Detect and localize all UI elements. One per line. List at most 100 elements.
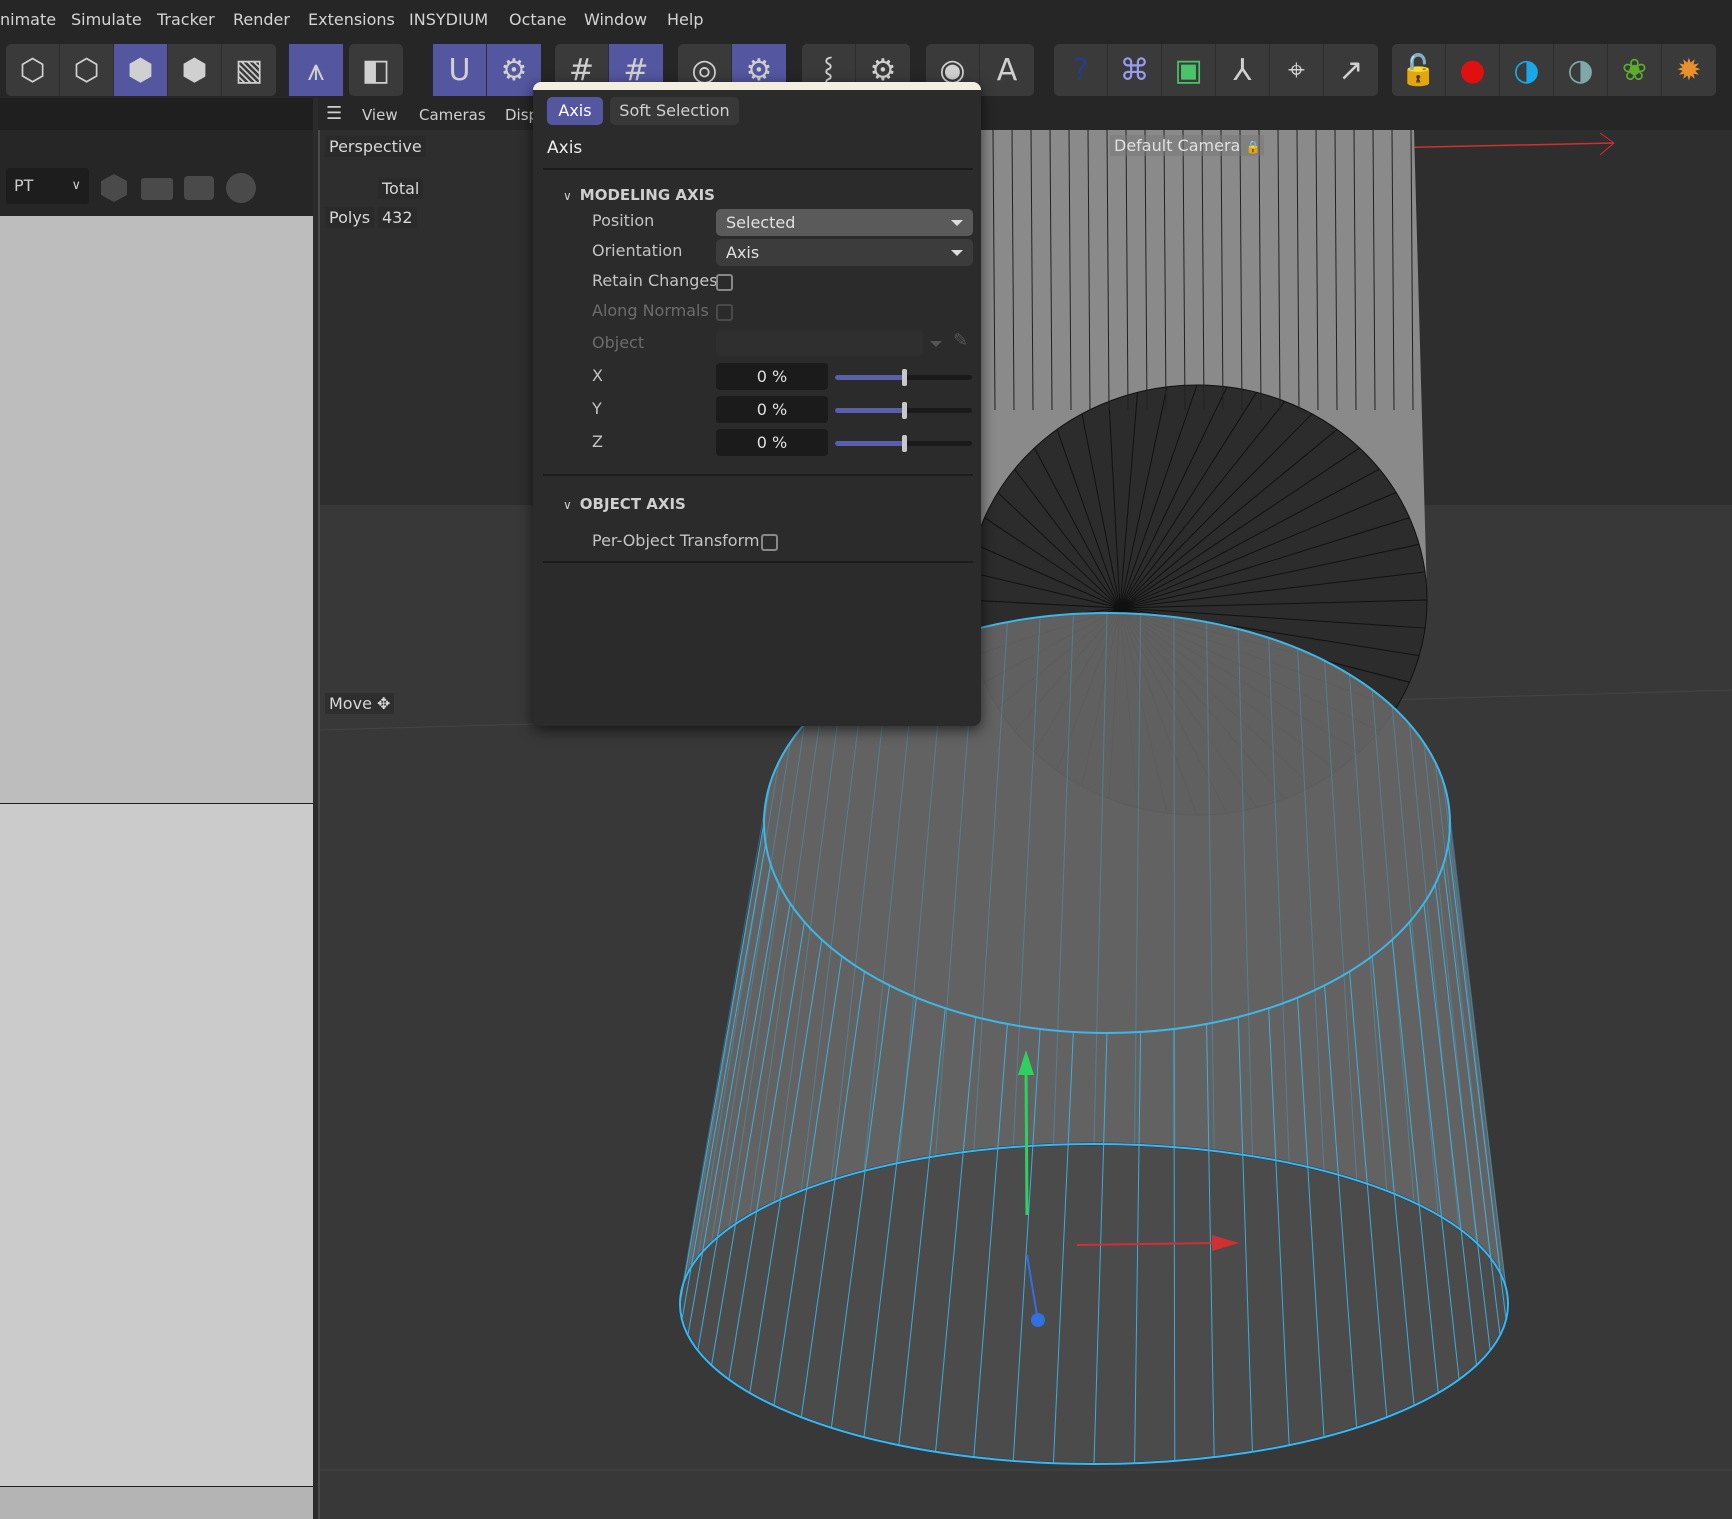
- circle-icon[interactable]: [226, 173, 256, 203]
- edges-mode-icon[interactable]: ⬢: [114, 44, 168, 96]
- divider: [543, 474, 973, 476]
- orientation-label: Orientation: [592, 241, 683, 260]
- z-label: Z: [592, 432, 603, 451]
- menu-animate[interactable]: nimate: [0, 10, 56, 29]
- modeling-axis-header[interactable]: ∨ MODELING AXIS: [563, 186, 715, 204]
- move-icon: ✥: [377, 694, 391, 713]
- menu-window[interactable]: Window: [584, 10, 647, 29]
- particles-icon[interactable]: ❀: [1608, 44, 1662, 96]
- eyedropper-icon[interactable]: ✎: [953, 330, 968, 351]
- camera-lock-icon[interactable]: 🔓: [1392, 44, 1446, 96]
- axis-mode-icon[interactable]: ⩚: [289, 44, 343, 96]
- toolbar-group: U ⚙: [433, 44, 541, 96]
- position-value: Selected: [726, 213, 796, 232]
- menu-extensions[interactable]: Extensions: [308, 10, 395, 29]
- stats-label: Polys: [325, 207, 375, 228]
- slider-handle: [901, 369, 907, 386]
- view-label: Perspective: [325, 136, 426, 157]
- toolbar-group: ◧: [349, 44, 403, 96]
- tab-soft-selection[interactable]: Soft Selection: [610, 97, 739, 125]
- orientation-value: Axis: [726, 243, 760, 262]
- menu-bar: nimate Simulate Tracker Render Extension…: [0, 0, 1732, 40]
- toolbar-group: ⬡ ⬡ ⬢ ⬢ ▧: [6, 44, 276, 96]
- dropdown-arrow-icon: [951, 220, 963, 226]
- branch-icon[interactable]: ⅄: [1216, 44, 1270, 96]
- rectangle-icon[interactable]: [141, 178, 173, 200]
- menu-help[interactable]: Help: [667, 10, 703, 29]
- pt-dropdown[interactable]: PT ∨: [6, 168, 89, 204]
- y-field[interactable]: 0 %: [716, 396, 828, 423]
- orientation-dropdown[interactable]: Axis: [716, 239, 973, 266]
- position-dropdown[interactable]: Selected: [716, 209, 973, 236]
- chevron-down-icon: ∨: [563, 189, 572, 203]
- polygons-mode-icon[interactable]: ⬢: [168, 44, 222, 96]
- help-icon[interactable]: ?: [1054, 44, 1108, 96]
- chevron-down-icon: ∨: [71, 178, 81, 193]
- position-label: Position: [592, 211, 655, 230]
- stats-header: Total: [378, 178, 424, 199]
- x-slider[interactable]: [835, 367, 972, 387]
- viewport-menu-cameras[interactable]: Cameras: [419, 106, 486, 124]
- selected-cylinder-bottom: [678, 1142, 1510, 1466]
- along-normals-checkbox[interactable]: [716, 304, 733, 321]
- snap-magnet-icon[interactable]: U: [433, 44, 487, 96]
- focus-icon[interactable]: ⌖: [1270, 44, 1324, 96]
- dropdown-arrow-icon: [951, 250, 963, 256]
- z-field[interactable]: 0 %: [716, 429, 828, 456]
- object-dropdown-arrow-icon[interactable]: [930, 341, 942, 347]
- divider: [543, 561, 973, 563]
- menu-simulate[interactable]: Simulate: [71, 10, 142, 29]
- menu-octane[interactable]: Octane: [509, 10, 566, 29]
- menu-tracker[interactable]: Tracker: [157, 10, 215, 29]
- x-field[interactable]: 0 %: [716, 363, 828, 390]
- per-object-transform-label: Per-Object Transform: [592, 531, 760, 550]
- uvw-mode-icon[interactable]: ▧: [222, 44, 276, 96]
- toolbar-group: 🔓 ● ◑ ◑ ❀ ✹: [1392, 44, 1716, 96]
- object-label: Object: [592, 333, 645, 352]
- hamburger-menu-icon[interactable]: ☰: [326, 103, 342, 124]
- camera-label[interactable]: Default Camera 🔒: [1110, 135, 1265, 156]
- contrast-blue-icon[interactable]: ◑: [1500, 44, 1554, 96]
- menu-insydium[interactable]: INSYDIUM: [409, 10, 488, 29]
- camera-icon[interactable]: [184, 176, 214, 200]
- x-label: X: [592, 366, 603, 385]
- object-axis-header[interactable]: ∨ OBJECT AXIS: [563, 495, 686, 513]
- 3d-viewport[interactable]: Perspective Total Polys 432 Move ✥ Defau…: [318, 130, 1732, 1519]
- z-slider[interactable]: [835, 433, 972, 453]
- green-cube-icon[interactable]: ▣: [1162, 44, 1216, 96]
- scale-arrows-icon[interactable]: ↗: [1324, 44, 1378, 96]
- attribute-area-lower: [0, 804, 313, 1486]
- axis-popup-panel: Axis Soft Selection Axis ∨ MODELING AXIS …: [533, 82, 981, 726]
- y-slider[interactable]: [835, 400, 972, 420]
- python-icon[interactable]: ⌘: [1108, 44, 1162, 96]
- chevron-down-icon: ∨: [563, 498, 572, 512]
- slider-handle: [901, 402, 907, 419]
- viewport-menu-view[interactable]: View: [362, 106, 398, 124]
- attribute-area: [0, 216, 313, 803]
- model-mode-icon[interactable]: ⬡: [6, 44, 60, 96]
- contrast-gray-icon[interactable]: ◑: [1554, 44, 1608, 96]
- tab-axis[interactable]: Axis: [547, 97, 603, 125]
- per-object-transform-checkbox[interactable]: [761, 534, 778, 551]
- retain-changes-checkbox[interactable]: [716, 274, 733, 291]
- toolbar-group: ? ⌘ ▣ ⅄ ⌖ ↗: [1054, 44, 1378, 96]
- toolbar-group: ⩚: [289, 44, 343, 96]
- pt-dropdown-value: PT: [14, 176, 34, 195]
- slider-handle: [901, 435, 907, 452]
- explosion-icon[interactable]: ✹: [1662, 44, 1716, 96]
- y-axis-handle: [1024, 1064, 1029, 1216]
- y-label: Y: [592, 399, 602, 418]
- object-field[interactable]: [716, 330, 923, 356]
- viewport-header: ☰ View Cameras Disp: [318, 98, 1732, 130]
- z-handle-icon: [1031, 1313, 1045, 1327]
- viewport-scene: [320, 130, 1732, 1471]
- tool-label: Move ✥: [325, 693, 395, 714]
- retain-changes-label: Retain Changes: [592, 271, 718, 290]
- solo-mode-icon[interactable]: ◧: [349, 44, 403, 96]
- render-camera-icon[interactable]: ●: [1446, 44, 1500, 96]
- panel-title: Axis: [547, 138, 583, 158]
- menu-render[interactable]: Render: [233, 10, 290, 29]
- points-mode-icon[interactable]: ⬡: [60, 44, 114, 96]
- along-normals-label: Along Normals: [592, 301, 709, 320]
- text-object-icon[interactable]: A: [980, 44, 1034, 96]
